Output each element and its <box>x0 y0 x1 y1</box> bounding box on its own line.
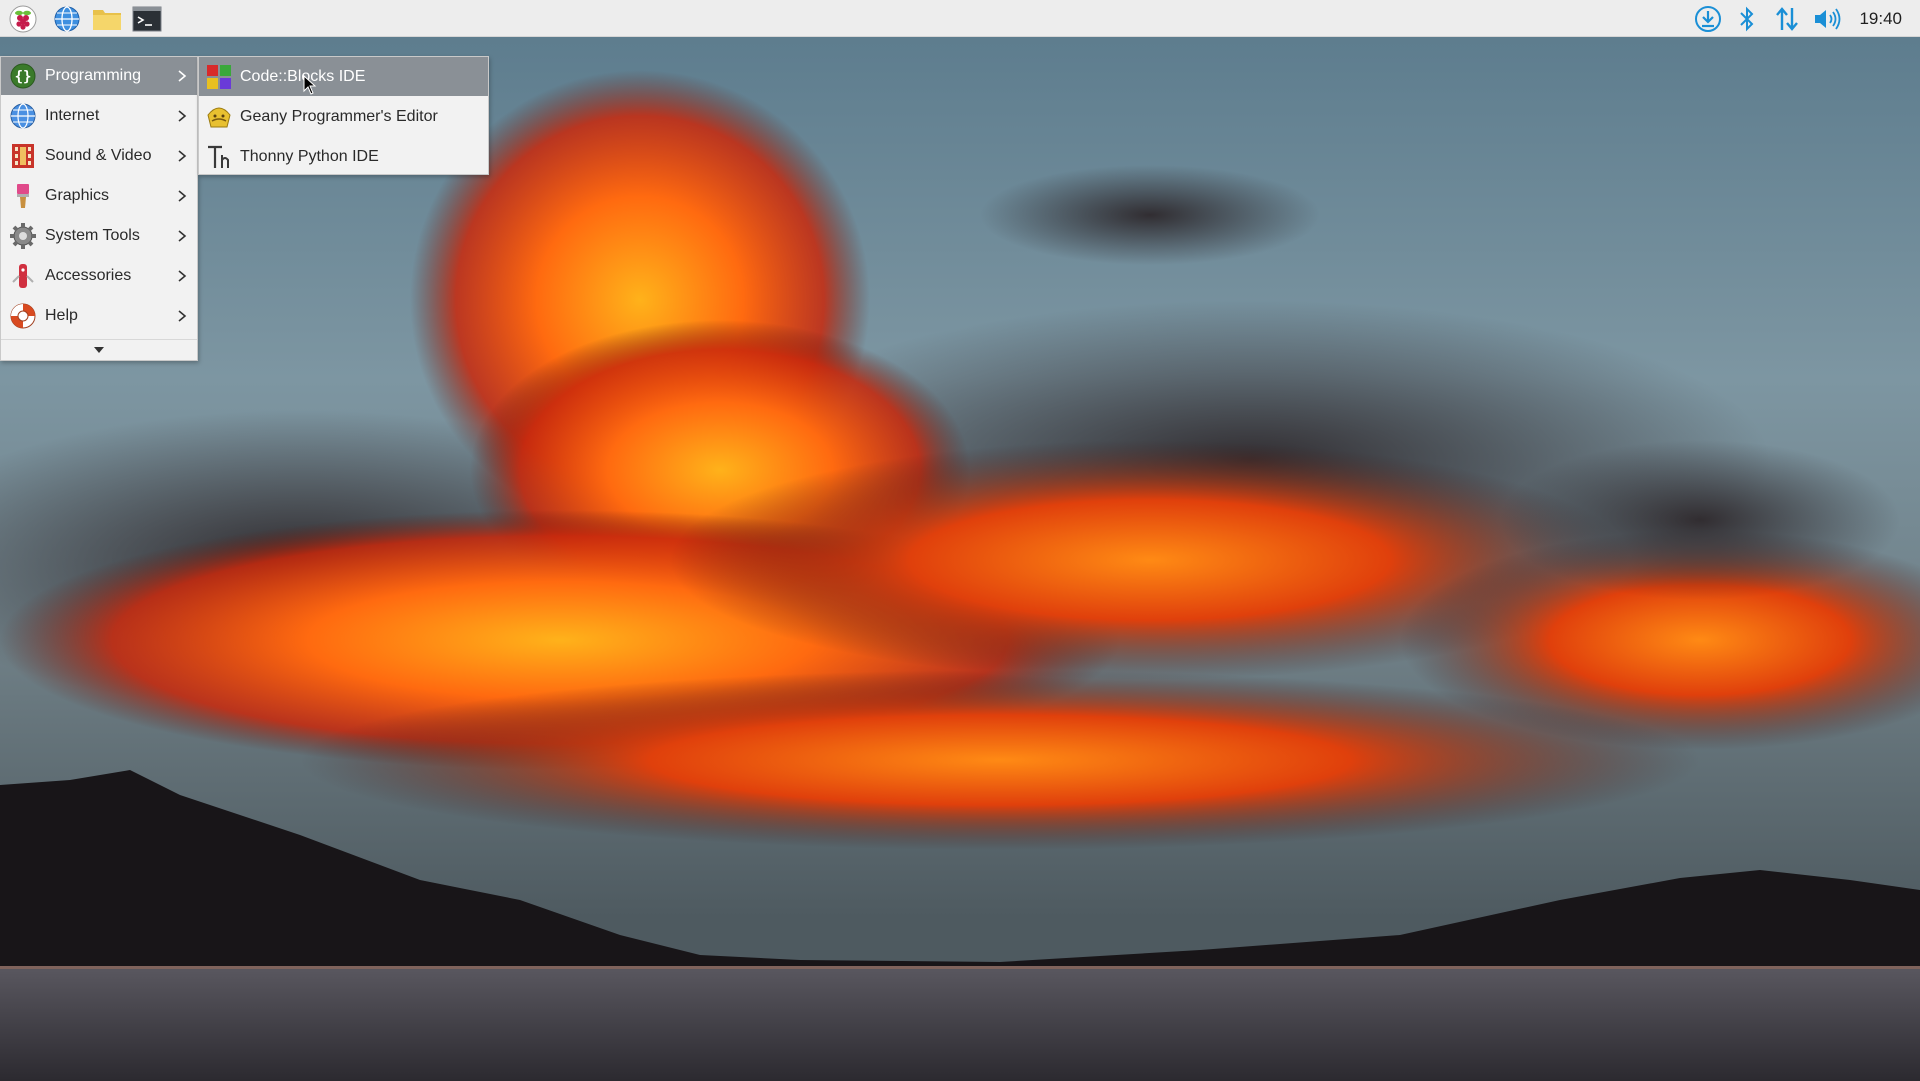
volume-icon <box>1815 7 1841 30</box>
help-icon <box>10 303 36 329</box>
volume-tray-button[interactable] <box>1811 4 1843 33</box>
menu-item-accessories[interactable]: Accessories <box>1 257 197 295</box>
terminal-launcher[interactable] <box>131 3 163 34</box>
chevron-right-icon <box>178 310 187 322</box>
thonny-icon <box>208 145 229 168</box>
submenu-item-codeblocks[interactable]: Code::Blocks IDE <box>199 57 488 96</box>
submenu-item-label: Geany Programmer's Editor <box>240 107 438 125</box>
programming-icon: {} <box>10 63 36 89</box>
menu-item-label: Help <box>45 307 78 324</box>
web-browser-icon <box>54 5 80 32</box>
graphics-icon <box>17 184 29 208</box>
updates-tray-button[interactable] <box>1692 4 1724 33</box>
sound-video-icon <box>12 144 34 168</box>
network-icon <box>1776 6 1798 31</box>
scroll-down-icon <box>94 347 104 353</box>
terminal-icon <box>132 6 162 31</box>
chevron-right-icon <box>178 270 187 282</box>
mouse-pointer-icon <box>303 75 317 95</box>
chevron-right-icon <box>178 110 187 122</box>
accessories-icon <box>12 264 34 288</box>
system-tools-icon <box>10 223 36 249</box>
chevron-right-icon <box>178 70 187 82</box>
menu-item-system-tools[interactable]: System Tools <box>1 217 197 255</box>
programming-submenu: Code::Blocks IDE Geany Programmer's Edit… <box>198 56 489 175</box>
internet-icon <box>10 103 36 129</box>
submenu-item-geany[interactable]: Geany Programmer's Editor <box>199 97 488 136</box>
menu-item-sound-video[interactable]: Sound & Video <box>1 137 197 175</box>
file-manager-launcher[interactable] <box>91 3 123 34</box>
menu-item-programming[interactable]: {} Programming <box>1 57 197 95</box>
svg-text:{}: {} <box>15 69 32 85</box>
chevron-right-icon <box>178 150 187 162</box>
chevron-right-icon <box>178 230 187 242</box>
chevron-right-icon <box>178 190 187 202</box>
menu-scroll-down[interactable] <box>1 339 197 360</box>
raspberry-pi-icon <box>9 5 37 32</box>
network-tray-button[interactable] <box>1771 4 1803 33</box>
bluetooth-icon <box>1740 6 1754 31</box>
menu-item-label: Graphics <box>45 187 110 204</box>
geany-icon <box>207 107 231 127</box>
menu-item-graphics[interactable]: Graphics <box>1 177 197 215</box>
menu-item-label: Internet <box>45 107 100 124</box>
menu-item-label: Sound & Video <box>45 147 152 164</box>
submenu-item-thonny[interactable]: Thonny Python IDE <box>199 137 488 176</box>
applications-menu-button[interactable] <box>7 3 39 34</box>
menu-item-label: Programming <box>45 67 142 84</box>
taskbar: 19:40 <box>0 0 1920 37</box>
clock[interactable]: 19:40 <box>1859 0 1902 37</box>
bluetooth-tray-button[interactable] <box>1731 4 1763 33</box>
updates-download-icon <box>1695 5 1721 32</box>
web-browser-launcher[interactable] <box>51 3 83 34</box>
menu-item-help[interactable]: Help <box>1 297 197 335</box>
menu-item-label: Accessories <box>45 267 132 284</box>
desktop[interactable]: 19:40 {} Programming Internet Sound & Vi… <box>0 0 1920 1081</box>
menu-item-internet[interactable]: Internet <box>1 97 197 135</box>
codeblocks-icon <box>207 64 231 89</box>
menu-item-label: System Tools <box>45 227 140 244</box>
submenu-item-label: Thonny Python IDE <box>240 147 379 165</box>
applications-menu: {} Programming Internet Sound & Video Gr… <box>0 56 198 361</box>
file-manager-icon <box>93 9 121 30</box>
